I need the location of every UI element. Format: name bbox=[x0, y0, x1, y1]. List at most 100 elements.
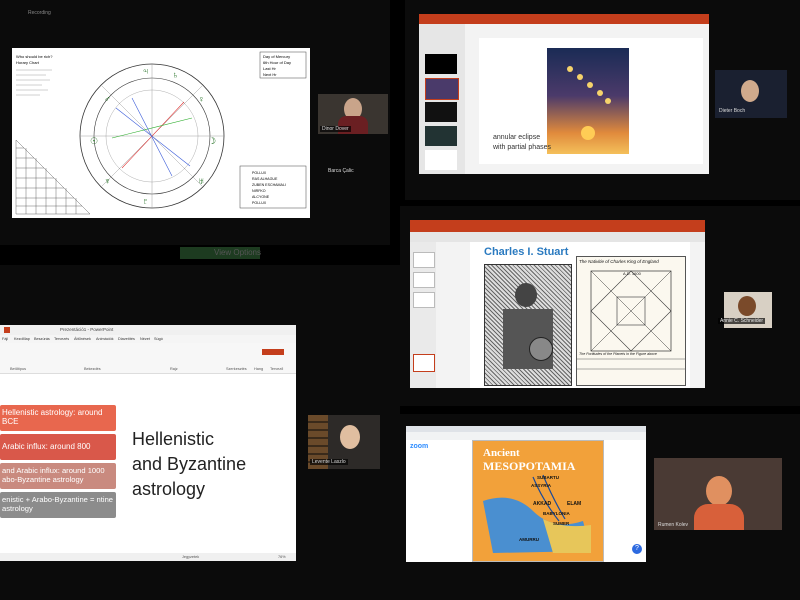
horary-chart-slide: Who should be rich? Horary Chart ♃ ♄ ♂ ♀ bbox=[12, 48, 310, 218]
tab-design[interactable]: Tervezés bbox=[54, 337, 69, 341]
zoom-logo: zoom bbox=[410, 443, 429, 450]
chart-star-6: POLLUX bbox=[252, 201, 267, 205]
speaker-name: Levente Laszlo bbox=[310, 459, 348, 465]
chart-caption: The Fortitudes of the Planets in the Fig… bbox=[579, 352, 657, 356]
chart-header-1: Who should be rich? bbox=[16, 54, 53, 59]
designer-button[interactable] bbox=[262, 349, 284, 355]
ribbon-tabs: Fájl Kezdőlap Beszúrás Tervezés Áttűnése… bbox=[0, 335, 296, 343]
thumbnail[interactable] bbox=[413, 292, 435, 308]
video-tile-dinor[interactable]: Dinor Dover bbox=[318, 94, 388, 134]
window-title: Prezentáció1 - PowerPoint bbox=[60, 327, 114, 332]
help-icon[interactable]: ? bbox=[632, 544, 642, 554]
svg-text:♆: ♆ bbox=[104, 176, 111, 186]
timeline-box-4: enistic + Arabo-Byzantine = ntine astrol… bbox=[0, 492, 116, 518]
chart-side-2: 6th Hour of Day bbox=[263, 60, 291, 65]
ppt-logo-icon bbox=[4, 327, 10, 333]
svg-text:♀: ♀ bbox=[198, 94, 205, 104]
box3-text: and Arabic influx: around 1000 abo-Byzan… bbox=[2, 466, 105, 484]
map-label-amurru: AMURRU bbox=[519, 537, 539, 542]
map-label-akkad: AKKAD bbox=[533, 501, 552, 507]
thumbnail[interactable] bbox=[425, 102, 457, 122]
chart-header-2: Horary Chart bbox=[16, 60, 40, 65]
powerpoint-window-2: Charles I. Stuart The Nativitie of Charl… bbox=[410, 220, 705, 388]
avatar bbox=[706, 476, 732, 506]
chart-star-4: NIRFKO bbox=[252, 189, 266, 193]
tab-insert[interactable]: Beszúrás bbox=[34, 337, 50, 341]
recording-label: Recording bbox=[28, 10, 51, 16]
ribbon bbox=[410, 220, 705, 232]
view-options-button[interactable]: View Options bbox=[214, 248, 261, 257]
chart-star-2: RAS ALHAGUE bbox=[252, 177, 278, 181]
tile-bottom-right: zoom Ancient MESOPOTAMIA SUBARTU ASSYRIA… bbox=[400, 414, 800, 600]
chart-side-3: Last Hr bbox=[263, 66, 277, 71]
ribbon bbox=[419, 14, 709, 24]
chart-side-1: Day of Mercury bbox=[263, 54, 290, 59]
thumbnail[interactable] bbox=[425, 150, 457, 170]
status-bar: Jegyzetek 76% bbox=[0, 553, 296, 561]
slide-caption-2: with partial phases bbox=[493, 144, 551, 151]
chart-star-5: ALCYONE bbox=[252, 195, 270, 199]
timeline-box-1: Hellenistic astrology: around BCE bbox=[0, 405, 116, 431]
tab-transitions[interactable]: Áttűnések bbox=[74, 337, 91, 341]
thumbnail[interactable] bbox=[413, 354, 435, 372]
svg-text:♇: ♇ bbox=[142, 196, 149, 206]
thumbnail[interactable] bbox=[425, 54, 457, 74]
slide-title: Charles I. Stuart bbox=[484, 246, 569, 258]
video-tile-annie[interactable]: Annie C. Schneider bbox=[718, 292, 772, 328]
svg-text:☉: ☉ bbox=[90, 136, 98, 146]
address-bar[interactable] bbox=[406, 432, 646, 440]
thumbnail[interactable] bbox=[425, 126, 457, 146]
video-tile-rumen[interactable]: Rumen Kolev bbox=[654, 458, 782, 530]
group-editing: Szerkesztés bbox=[226, 367, 247, 371]
speaker2-name: Barca Çalic bbox=[328, 168, 354, 174]
horary-chart: Who should be rich? Horary Chart ♃ ♄ ♂ ♀ bbox=[15, 51, 307, 215]
thumbnail[interactable] bbox=[413, 252, 435, 268]
map-label-sumer: SUMER bbox=[553, 521, 570, 526]
box4-text: enistic + Arabo-Byzantine = ntine astrol… bbox=[2, 495, 114, 513]
video-tile-levente[interactable]: Levente Laszlo bbox=[308, 415, 380, 469]
browser-window: zoom Ancient MESOPOTAMIA SUBARTU ASSYRIA… bbox=[406, 426, 646, 562]
slide-caption-1: annular eclipse bbox=[493, 134, 541, 141]
tab-slideshow[interactable]: Diavetítés bbox=[118, 337, 135, 341]
ribbon-body: Betűtípus Bekezdés Rajz Szerkesztés Hang… bbox=[0, 343, 296, 374]
svg-text:♂: ♂ bbox=[104, 94, 111, 104]
tab-animations[interactable]: Animációk bbox=[96, 337, 114, 341]
timeline-box-3: and Arabic influx: around 1000 abo-Byzan… bbox=[0, 463, 116, 489]
speaker-name: Annie C. Schneider bbox=[718, 318, 766, 324]
tab-home[interactable]: Kezdőlap bbox=[14, 337, 30, 341]
nativity-chart: The Nativitie of Charles King of England… bbox=[576, 256, 686, 386]
tab-view[interactable]: Nézet bbox=[140, 337, 150, 341]
thumbnail[interactable] bbox=[413, 272, 435, 288]
notes-button[interactable]: Jegyzetek bbox=[182, 555, 199, 559]
chart-lines bbox=[577, 270, 685, 370]
chart-ad: A.D. 1600 bbox=[623, 271, 641, 276]
avatar bbox=[340, 425, 360, 449]
title-bar: Prezentáció1 - PowerPoint bbox=[0, 325, 296, 335]
eclipse-image bbox=[547, 48, 629, 154]
group-font: Betűtípus bbox=[10, 367, 27, 371]
svg-text:☽: ☽ bbox=[208, 136, 216, 146]
group-designer: Tervező bbox=[270, 367, 284, 371]
map-label-babylonia: BABYLONIA bbox=[543, 511, 570, 516]
slide-thumbnails bbox=[419, 24, 465, 174]
speaker-name: Dieter Boch bbox=[719, 108, 746, 114]
powerpoint-window: annular eclipse with partial phases bbox=[419, 14, 709, 174]
avatar bbox=[741, 80, 759, 102]
avatar bbox=[738, 296, 756, 316]
svg-text:♅: ♅ bbox=[198, 176, 205, 186]
thumbnail[interactable] bbox=[425, 78, 459, 100]
zoom-level[interactable]: 76% bbox=[278, 555, 286, 559]
slide-title-line1: Hellenistic bbox=[132, 429, 215, 449]
tab-file[interactable]: Fájl bbox=[2, 337, 8, 341]
map-label-subartu: SUBARTU bbox=[537, 475, 559, 480]
video-tile-dieter[interactable]: Dieter Boch bbox=[715, 70, 787, 118]
powerpoint-window-3: Prezentáció1 - PowerPoint Fájl Kezdőlap … bbox=[0, 325, 296, 561]
tile-bottom-left: Prezentáció1 - PowerPoint Fájl Kezdőlap … bbox=[0, 265, 400, 600]
mesopotamia-slide: Ancient MESOPOTAMIA SUBARTU ASSYRIA AKKA… bbox=[472, 440, 604, 562]
group-voice: Hang bbox=[254, 367, 264, 371]
svg-text:♃: ♃ bbox=[142, 66, 149, 76]
tile-top-left: Recording Who should be rich? Horary Cha… bbox=[0, 0, 390, 245]
svg-text:♄: ♄ bbox=[172, 70, 179, 80]
tab-help[interactable]: Súgó bbox=[154, 337, 163, 341]
tile-middle-right: Charles I. Stuart The Nativitie of Charl… bbox=[400, 206, 800, 406]
